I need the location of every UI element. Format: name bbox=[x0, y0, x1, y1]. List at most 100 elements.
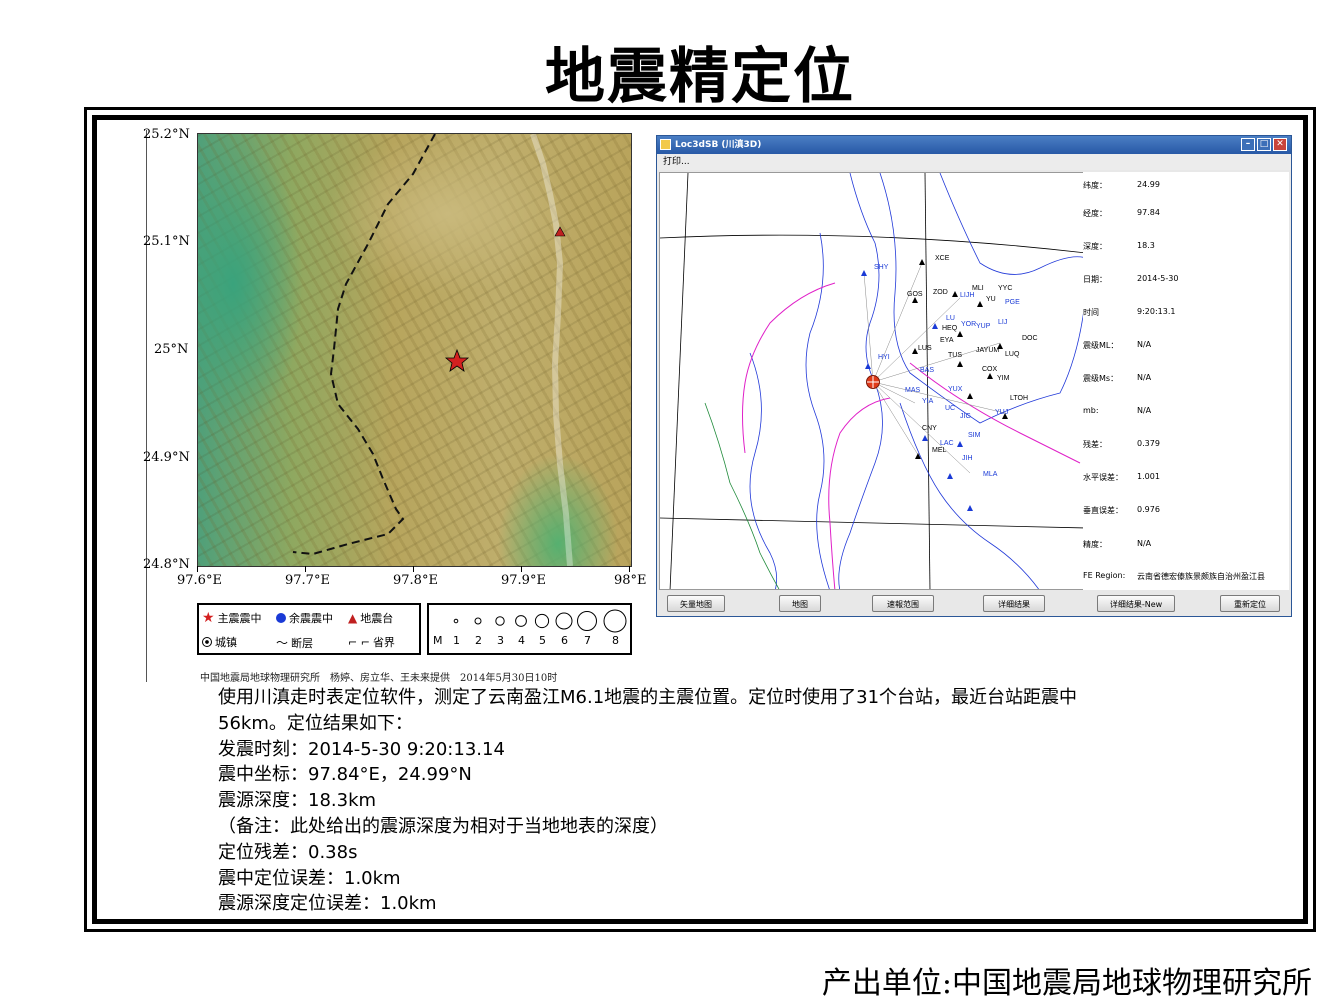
page-title: 地震精定位 bbox=[545, 42, 855, 112]
mag-label: 3 bbox=[497, 634, 504, 647]
station-label: LIJH bbox=[960, 292, 974, 299]
valley-line bbox=[530, 134, 573, 566]
border-line bbox=[749, 352, 778, 589]
station-label: YOR bbox=[961, 321, 976, 328]
mag-circle bbox=[495, 616, 505, 626]
station-label: MEL bbox=[932, 447, 947, 454]
mag-circle bbox=[603, 609, 627, 633]
axis-tick bbox=[521, 566, 522, 572]
desc-line: 发震时刻：2014-5-30 9:20:13.14 bbox=[218, 738, 505, 760]
station-marker bbox=[977, 301, 983, 307]
dashed-line-icon: ⌐ ⌐ bbox=[348, 635, 370, 649]
lat-label: 25.1°N bbox=[143, 234, 190, 249]
station-map: XCE SHY GOS ZOD MLI LIJH YYC YU PGE LU Y… bbox=[660, 173, 1084, 589]
station-marker bbox=[967, 505, 973, 511]
station-label: JAYUM bbox=[976, 347, 999, 354]
star-icon: ★ bbox=[202, 610, 215, 626]
station-label: LTOH bbox=[1010, 395, 1028, 402]
province-boundary-line bbox=[292, 134, 436, 556]
legend-station: ▲ 地震台 bbox=[348, 611, 394, 625]
desc-line: 使用川滇走时表定位软件，测定了云南盈江M6.1地震的主震位置。定位时使用了31个… bbox=[218, 687, 1078, 708]
station-label: SIM bbox=[968, 432, 981, 439]
station-labels: XCE SHY GOS ZOD MLI LIJH YYC YU PGE LU Y… bbox=[874, 255, 1038, 478]
mag-label: 2 bbox=[475, 634, 482, 647]
desc-line: 56km。定位结果如下： bbox=[218, 712, 413, 734]
station-marker bbox=[919, 259, 925, 265]
station-label: JIG bbox=[960, 413, 971, 420]
axis-tick bbox=[413, 566, 414, 572]
desc-line: 震中坐标：97.84°E，24.99°N bbox=[218, 764, 472, 786]
station-label: LU bbox=[946, 315, 955, 322]
close-icon[interactable]: ✕ bbox=[1273, 138, 1287, 151]
relocate-button[interactable]: 重新定位 bbox=[1220, 595, 1280, 612]
mag-circle bbox=[474, 617, 482, 625]
station-marker bbox=[865, 363, 871, 369]
map-credit: 中国地震局地球物理研究所 杨婷、房立华、王未来提供 2014年5月30日10时 bbox=[200, 673, 558, 684]
lon-label: 98°E bbox=[614, 573, 647, 588]
desc-line: 震源深度：18.3km bbox=[218, 790, 377, 812]
desc-line: 震中定位误差：1.0km bbox=[218, 867, 401, 889]
lon-label: 97.6°E bbox=[177, 573, 222, 588]
mag-circle bbox=[453, 618, 459, 624]
window-title: Loc3dSB (川滇3D) bbox=[675, 140, 762, 150]
axis-tick bbox=[197, 566, 198, 572]
mag-label: 6 bbox=[561, 634, 568, 647]
mag-circle bbox=[555, 612, 573, 630]
station-marker bbox=[947, 473, 953, 479]
map-button[interactable]: 地图 bbox=[779, 595, 821, 612]
detail-result-new-button[interactable]: 详细结果-New bbox=[1097, 595, 1175, 612]
mag-circle bbox=[534, 613, 550, 629]
border-line bbox=[879, 173, 1084, 424]
result-description: 使用川滇走时表定位软件，测定了云南盈江M6.1地震的主震位置。定位时使用了31个… bbox=[218, 685, 1278, 917]
grid-line bbox=[669, 173, 689, 589]
menu-print[interactable]: 打印... bbox=[663, 157, 690, 167]
terrain-map[interactable] bbox=[197, 133, 632, 567]
vector-map-button[interactable]: 矢量地图 bbox=[667, 595, 725, 612]
axis-tick bbox=[305, 566, 306, 572]
lat-label: 25°N bbox=[154, 342, 189, 357]
station-label: YU bbox=[986, 296, 996, 303]
lat-label: 24.9°N bbox=[143, 450, 190, 465]
station-label: CNY bbox=[922, 425, 937, 432]
station-marker bbox=[957, 441, 963, 447]
station-label: HEQ bbox=[942, 325, 958, 332]
legend-main-shock: ★ 主震震中 bbox=[202, 610, 262, 626]
mag-label: 5 bbox=[539, 634, 546, 647]
station-marker bbox=[861, 270, 867, 276]
button-bar: 矢量地图 地图 速報范围 详细结果 详细结果-New 重新定位 bbox=[657, 590, 1291, 616]
fault-line bbox=[828, 397, 891, 589]
station-label: YUX bbox=[948, 386, 963, 393]
station-label: YIA bbox=[922, 398, 934, 405]
footer-producer: 产出单位:中国地震局地球物理研究所 bbox=[821, 966, 1312, 1001]
map-legend-symbols: ★ 主震震中 余震震中 ▲ 地震台 城镇 〜 断层 ⌐ ⌐ 省界 bbox=[197, 603, 421, 655]
grid-line bbox=[924, 173, 931, 589]
lon-label: 97.8°E bbox=[393, 573, 438, 588]
station-label: COX bbox=[982, 366, 998, 373]
station-label: LAC bbox=[940, 440, 954, 447]
desc-line: 定位残差：0.38s bbox=[218, 841, 358, 863]
station-marker bbox=[922, 435, 928, 441]
station-label: YIM bbox=[997, 375, 1010, 382]
border-line bbox=[939, 173, 1084, 275]
detail-result-button[interactable]: 详细结果 bbox=[983, 595, 1045, 612]
minimize-icon[interactable]: – bbox=[1241, 138, 1255, 151]
main-shock-star bbox=[444, 348, 470, 372]
station-marker bbox=[957, 361, 963, 367]
legend-fault: 〜 断层 bbox=[276, 636, 314, 650]
maximize-icon[interactable]: □ bbox=[1257, 138, 1271, 151]
station-label: YUP bbox=[976, 323, 991, 330]
lon-label: 97.7°E bbox=[285, 573, 330, 588]
station-map-canvas[interactable]: XCE SHY GOS ZOD MLI LIJH YYC YU PGE LU Y… bbox=[659, 172, 1085, 590]
loc3d-window[interactable]: Loc3dSB (川滇3D) – □ ✕ 打印... XCE SHY GOS Z… bbox=[656, 135, 1292, 617]
station-label: MLI bbox=[972, 285, 984, 292]
fault-line bbox=[742, 282, 836, 454]
menubar: 打印... bbox=[657, 154, 1291, 170]
range-button[interactable]: 速報范围 bbox=[872, 595, 934, 612]
window-titlebar[interactable]: Loc3dSB (川滇3D) – □ ✕ bbox=[657, 136, 1291, 154]
mag-label: 7 bbox=[584, 634, 591, 647]
station-label: YYC bbox=[998, 285, 1012, 292]
station-marker bbox=[987, 373, 993, 379]
axis-tick bbox=[629, 566, 630, 572]
ray-line bbox=[872, 262, 923, 383]
legend-aftershock: 余震震中 bbox=[276, 610, 333, 626]
